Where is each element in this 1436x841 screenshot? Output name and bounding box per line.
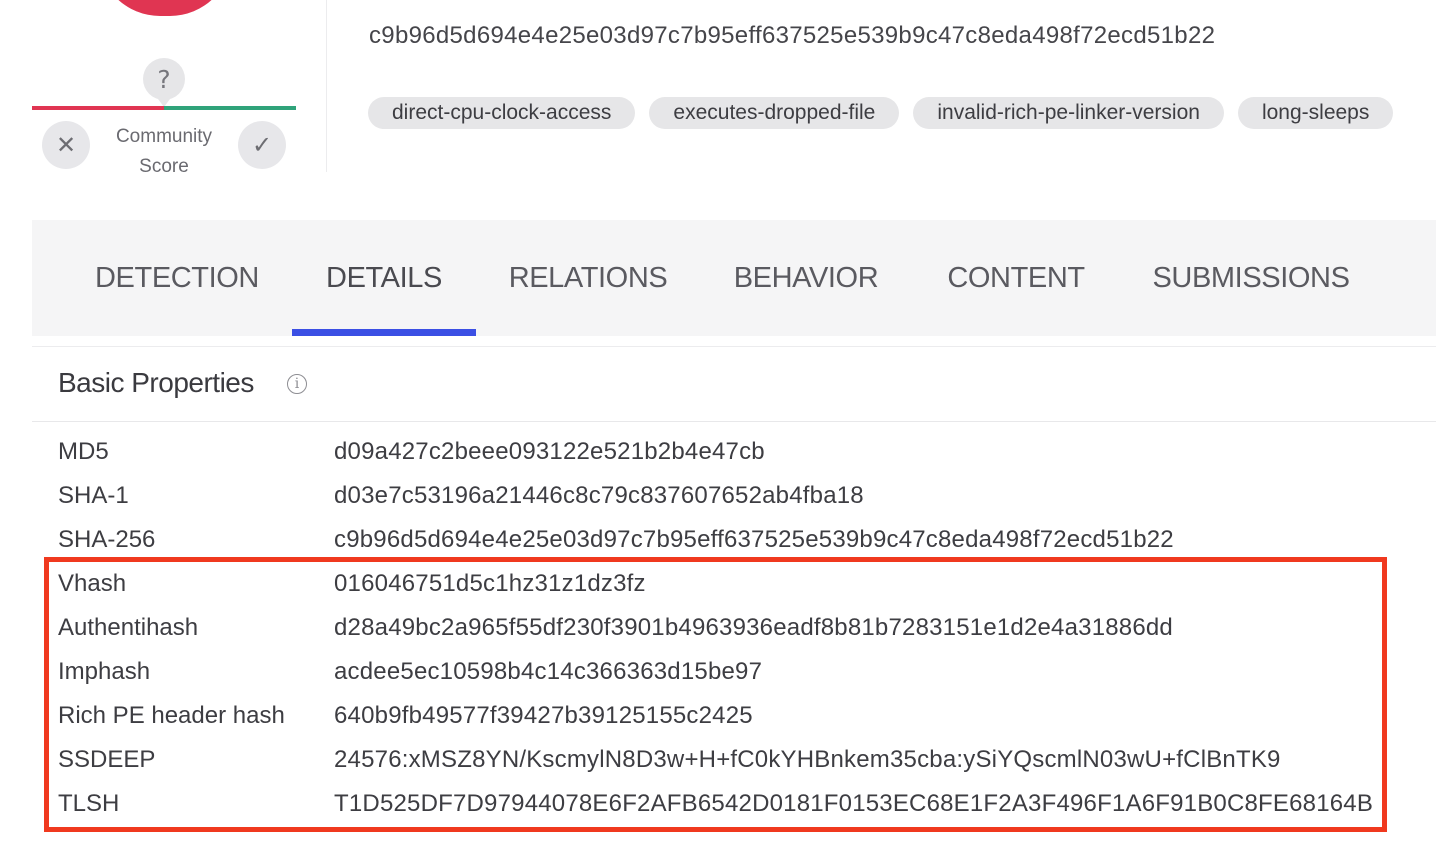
property-value: acdee5ec10598b4c14c366363d15be97	[334, 658, 763, 685]
question-mark-icon: ?	[143, 58, 185, 107]
property-row-authentihash: Authentihash d28a49bc2a965f55df230f3901b…	[0, 608, 1436, 652]
community-score-label: Community Score	[100, 122, 228, 182]
tab-content[interactable]: CONTENT	[947, 220, 1085, 336]
tag-list: direct-cpu-clock-access executes-dropped-…	[368, 97, 1436, 131]
tab-behavior[interactable]: BEHAVIOR	[734, 220, 879, 336]
property-key: Rich PE header hash	[58, 702, 285, 729]
tag-chip[interactable]: invalid-rich-pe-linker-version	[913, 97, 1224, 129]
property-row-rich-pe-header-hash: Rich PE header hash 640b9fb49577f39427b3…	[0, 696, 1436, 740]
property-key: TLSH	[58, 790, 120, 817]
tab-submissions[interactable]: SUBMISSIONS	[1152, 220, 1349, 336]
property-value: T1D525DF7D97944078E6F2AFB6542D0181F0153E…	[334, 790, 1374, 817]
property-row-md5: MD5 d09a427c2beee093122e521b2b4e47cb	[0, 432, 1436, 476]
property-row-sha256: SHA-256 c9b96d5d694e4e25e03d97c7b95eff63…	[0, 520, 1436, 564]
header-divider	[326, 0, 327, 172]
property-value: 016046751d5c1hz31z1dz3fz	[334, 570, 646, 597]
active-tab-indicator	[292, 329, 476, 336]
community-score-label-line1: Community	[115, 126, 213, 147]
score-bar-malicious	[32, 106, 164, 110]
tag-chip[interactable]: executes-dropped-file	[649, 97, 900, 129]
info-icon[interactable]: i	[287, 374, 307, 394]
property-value: d28a49bc2a965f55df230f3901b4963936eadf8b…	[334, 614, 1173, 641]
property-key: Imphash	[58, 658, 151, 685]
close-icon: ✕	[55, 131, 77, 159]
section-divider	[32, 421, 1436, 422]
property-row-sha1: SHA-1 d03e7c53196a21446c8c79c837607652ab…	[0, 476, 1436, 520]
detection-score-circle	[98, 0, 232, 16]
property-row-ssdeep: SSDEEP 24576:xMSZ8YN/KscmylN8D3w+H+fC0kY…	[0, 740, 1436, 784]
property-key: SSDEEP	[58, 746, 156, 773]
tab-details[interactable]: DETAILS	[312, 220, 456, 336]
property-key: Authentihash	[58, 614, 199, 641]
property-row-tlsh: TLSH T1D525DF7D97944078E6F2AFB6542D0181F…	[0, 784, 1436, 828]
tab-relations[interactable]: RELATIONS	[509, 220, 668, 336]
tag-chip[interactable]: long-sleeps	[1237, 97, 1394, 129]
tab-detection[interactable]: DETECTION	[95, 220, 259, 336]
property-key: MD5	[58, 438, 109, 465]
vote-harmless-button[interactable]: ✓	[238, 121, 286, 169]
property-value: d09a427c2beee093122e521b2b4e47cb	[334, 438, 765, 465]
property-key: SHA-1	[58, 482, 129, 509]
section-title: Basic Properties	[58, 367, 254, 398]
tab-bar: DETECTION DETAILS RELATIONS BEHAVIOR CON…	[32, 220, 1436, 336]
vote-malicious-button[interactable]: ✕	[42, 121, 90, 169]
score-bar-harmless	[164, 106, 296, 110]
property-value: 24576:xMSZ8YN/KscmylN8D3w+H+fC0kYHBnkem3…	[334, 746, 1281, 773]
property-key: Vhash	[58, 570, 127, 597]
property-row-imphash: Imphash acdee5ec10598b4c14c366363d15be97	[0, 652, 1436, 696]
tag-chip[interactable]: direct-cpu-clock-access	[368, 97, 636, 129]
file-hash-title: c9b96d5d694e4e25e03d97c7b95eff637525e539…	[369, 22, 1216, 49]
property-value: 640b9fb49577f39427b39125155c2425	[334, 702, 753, 729]
community-score-label-line2: Score	[139, 156, 189, 177]
property-key: SHA-256	[58, 526, 156, 553]
checkmark-icon: ✓	[251, 131, 273, 159]
property-value: c9b96d5d694e4e25e03d97c7b95eff637525e539…	[334, 526, 1174, 553]
tab-bar-divider	[32, 346, 1436, 347]
basic-properties-table: MD5 d09a427c2beee093122e521b2b4e47cb SHA…	[0, 432, 1436, 828]
property-row-vhash: Vhash 016046751d5c1hz31z1dz3fz	[0, 564, 1436, 608]
property-value: d03e7c53196a21446c8c79c837607652ab4fba18	[334, 482, 864, 509]
